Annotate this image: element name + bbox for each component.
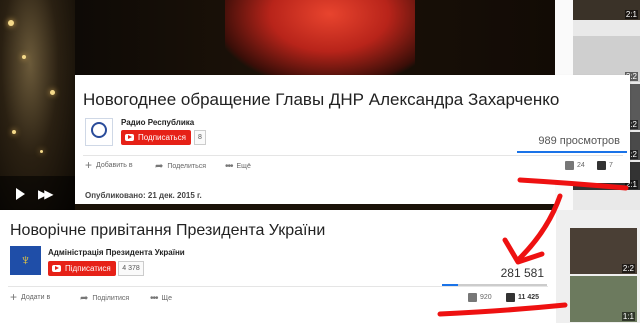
plus-icon: + [10,290,18,304]
channel-avatar[interactable] [85,118,113,146]
like-button[interactable]: 24 [565,161,585,170]
add-to-button[interactable]: + Добавить в [85,158,133,172]
trident-icon: ♆ [19,252,32,269]
share-icon: ➦ [80,293,89,304]
subscriber-count: 4 378 [118,261,144,276]
view-bar [517,151,627,153]
more-button[interactable]: ••• Ще [150,293,172,304]
subscriber-count: 8 [194,130,206,145]
thumbs-up-icon [468,293,477,302]
video-info-card-2: Новорічне привітання Президента України … [0,210,556,323]
video-title: Новорічне привітання Президента України [10,222,326,239]
sidebar-thumbnail[interactable]: 1:1 [570,276,637,322]
channel-name[interactable]: Адміністрація Президента України [48,248,185,257]
dislike-button[interactable]: 7 [597,161,613,170]
video-title: Новогоднее обращение Главы ДНР Александр… [83,90,560,109]
share-icon: ➦ [155,161,164,172]
youtube-icon [52,265,61,272]
channel-name[interactable]: Радио Республика [121,118,194,127]
share-button[interactable]: ➦ Поделиться [155,161,206,172]
video-frame-left [0,183,75,210]
thumbs-down-icon [597,161,606,170]
like-button[interactable]: 920 [468,293,492,302]
description-card: Опубликовано: 21 дек. 2015 г. [75,183,555,204]
more-icon: ••• [150,293,158,304]
youtube-icon [125,134,134,141]
subscribe-button[interactable]: Підписатися [48,261,116,276]
channel-avatar[interactable]: ♆ [10,246,41,275]
subscribe-button[interactable]: Подписаться [121,130,191,145]
thumbs-up-icon [565,161,574,170]
video-info-card-1: Новогоднее обращение Главы ДНР Александр… [75,75,630,183]
share-button[interactable]: ➦ Поділитися [80,293,129,304]
add-to-button[interactable]: + Додати в [10,290,50,304]
thumbs-down-icon [506,293,515,302]
sidebar-thumbnail[interactable]: 2:2 [570,228,637,274]
published-date: Опубликовано: 21 дек. 2015 г. [85,191,202,200]
sidebar-thumbnail[interactable]: 2:1 [573,0,640,20]
more-icon: ••• [225,161,233,172]
view-count: 989 просмотров [538,135,620,147]
video-frame[interactable] [75,0,555,75]
more-button[interactable]: ••• Ещё [225,161,251,172]
view-count: 281 581 [500,266,544,280]
dislike-button[interactable]: 11 425 [506,293,539,302]
sidebar-background: 2:2 1:1 [556,210,640,323]
plus-icon: + [85,158,93,172]
